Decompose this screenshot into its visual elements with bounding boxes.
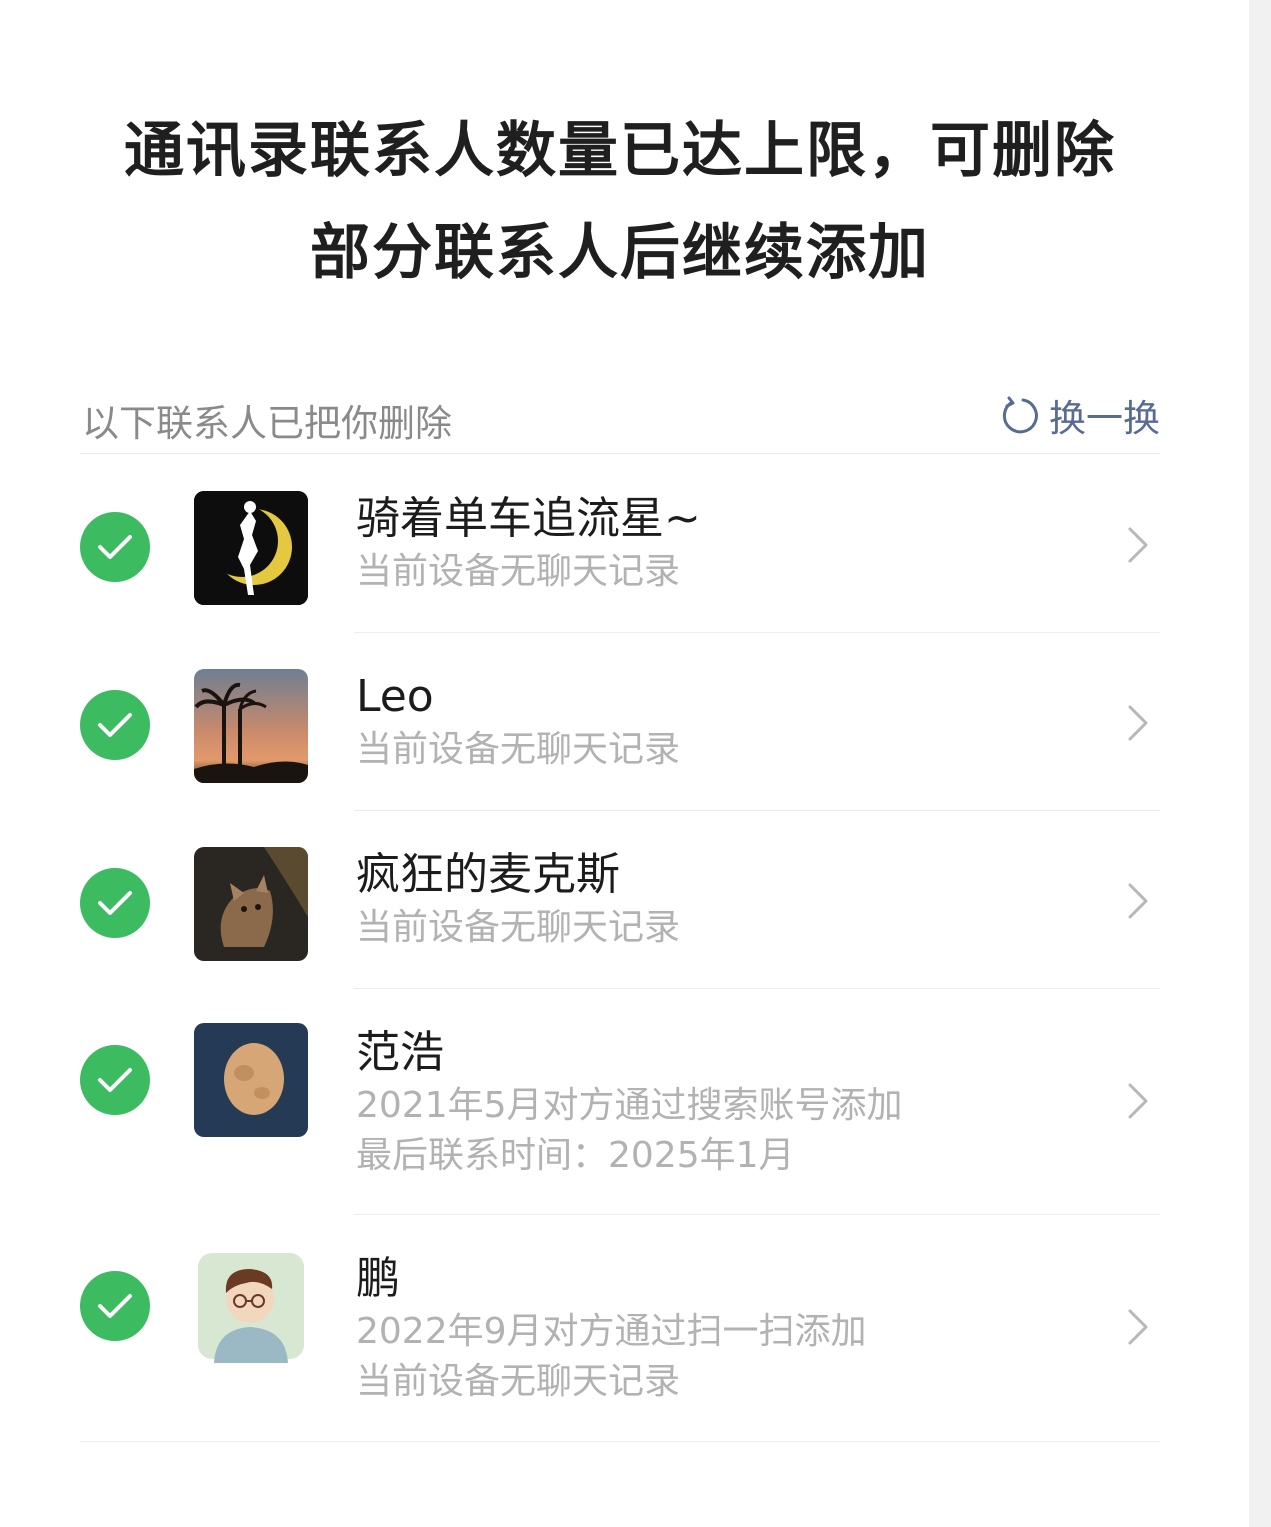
page-title-line-1: 通讯录联系人数量已达上限，可删除: [124, 116, 1116, 186]
contact-name: 骑着单车追流星~: [356, 493, 701, 544]
contact-name: 鹏: [356, 1253, 400, 1304]
contact-detail: 当前设备无聊天记录: [356, 907, 681, 948]
contact-detail: 当前设备无聊天记录: [356, 551, 681, 592]
avatar[interactable]: [194, 491, 308, 605]
avatar-cartoon-boy-image: [194, 1249, 308, 1363]
avatar[interactable]: [194, 669, 308, 783]
contact-detail-history: 当前设备无聊天记录: [356, 1361, 681, 1402]
contact-detail: 2021年5月对方通过搜索账号添加: [356, 1085, 903, 1126]
contact-list: 骑着单车追流星~ 当前设备无聊天记录 Leo 当前设备无聊天记录 疯狂的麦克斯 …: [80, 455, 1160, 1442]
checkmark-icon: [98, 1068, 132, 1092]
contact-row[interactable]: 范浩 2021年5月对方通过搜索账号添加 最后联系时间：2025年1月: [80, 989, 1160, 1215]
chevron-right-icon: [1128, 527, 1148, 563]
contact-row[interactable]: 骑着单车追流星~ 当前设备无聊天记录: [80, 455, 1160, 633]
contact-texts: Leo 当前设备无聊天记录: [356, 669, 680, 775]
section-header: 以下联系人已把你删除 换一换: [80, 385, 1160, 454]
contact-texts: 鹏 2022年9月对方通过扫一扫添加 当前设备无聊天记录: [356, 1251, 867, 1407]
checkmark-icon: [98, 535, 132, 559]
contact-detail-last-contact: 最后联系时间：2025年1月: [356, 1135, 795, 1176]
refresh-button[interactable]: 换一换: [999, 391, 1160, 440]
chevron-right-icon: [1128, 883, 1148, 919]
contact-name: 疯狂的麦克斯: [356, 849, 620, 900]
avatar[interactable]: [194, 1023, 308, 1137]
contact-row[interactable]: 疯狂的麦克斯 当前设备无聊天记录: [80, 811, 1160, 989]
avatar[interactable]: [194, 1249, 308, 1363]
scroll-edge: [1249, 0, 1271, 1527]
checkbox-checked[interactable]: [80, 868, 150, 938]
refresh-icon: [1002, 396, 1038, 434]
contact-name: 范浩: [356, 1027, 444, 1078]
avatar[interactable]: [194, 847, 308, 961]
avatar-cat-image: [194, 847, 308, 961]
section-title: 以下联系人已把你删除: [82, 402, 452, 445]
contact-texts: 疯狂的麦克斯 当前设备无聊天记录: [356, 847, 680, 953]
checkbox-checked[interactable]: [80, 1045, 150, 1115]
page-title-line-2: 部分联系人后继续添加: [310, 218, 930, 288]
checkmark-icon: [98, 713, 132, 737]
contact-texts: 范浩 2021年5月对方通过搜索账号添加 最后联系时间：2025年1月: [356, 1025, 903, 1181]
checkbox-checked[interactable]: [80, 690, 150, 760]
avatar-moon-image: [194, 1023, 308, 1137]
refresh-label: 换一换: [1049, 397, 1160, 440]
chevron-right-icon: [1128, 1083, 1148, 1119]
chevron-right-icon: [1128, 705, 1148, 741]
checkmark-icon: [98, 891, 132, 915]
page: 通讯录联系人数量已达上限，可删除 部分联系人后继续添加 以下联系人已把你删除 换…: [0, 0, 1249, 1527]
checkmark-icon: [98, 1294, 132, 1318]
checkbox-checked[interactable]: [80, 512, 150, 582]
chevron-right-icon: [1128, 1309, 1148, 1345]
contact-detail: 2022年9月对方通过扫一扫添加: [356, 1311, 867, 1352]
avatar-moon-silhouette-image: [194, 491, 308, 605]
checkbox-checked[interactable]: [80, 1271, 150, 1341]
contact-name: Leo: [356, 671, 434, 722]
contact-row[interactable]: Leo 当前设备无聊天记录: [80, 633, 1160, 811]
page-title: 通讯录联系人数量已达上限，可删除 部分联系人后继续添加: [80, 100, 1160, 304]
contact-detail: 当前设备无聊天记录: [356, 729, 681, 770]
avatar-palm-sunset-image: [194, 669, 308, 783]
contact-texts: 骑着单车追流星~ 当前设备无聊天记录: [356, 491, 701, 597]
contact-row[interactable]: 鹏 2022年9月对方通过扫一扫添加 当前设备无聊天记录: [80, 1215, 1160, 1442]
